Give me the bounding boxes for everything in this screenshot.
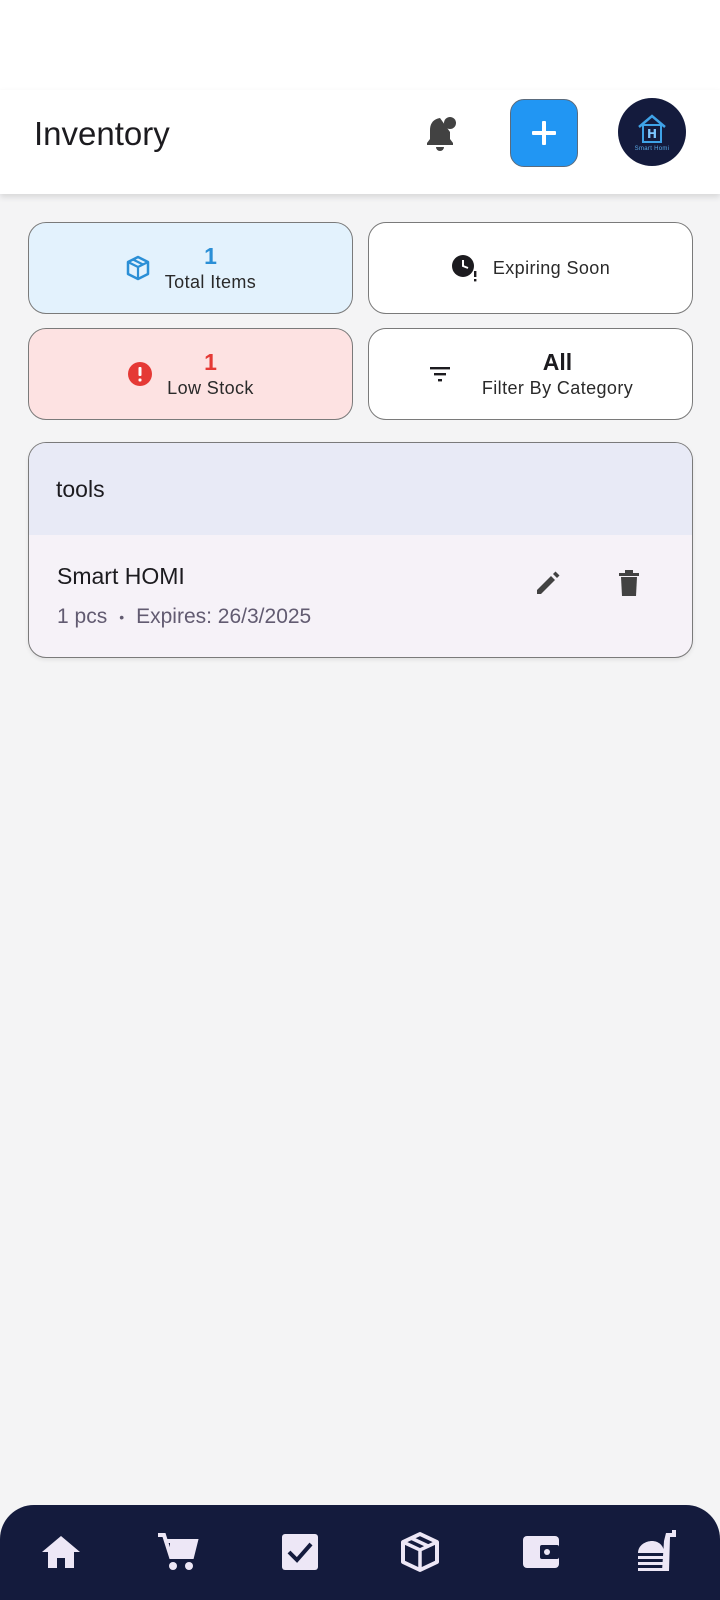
category-group: tools Smart HOMI 1 pcs • Expires: 26/3/2… [28, 442, 693, 658]
alert-circle-icon [128, 362, 153, 386]
nav-shopping[interactable] [153, 1527, 203, 1577]
page-title: Inventory [34, 115, 170, 152]
app-bar: Inventory H Smart Homi [0, 90, 720, 194]
avatar[interactable]: H Smart Homi [618, 98, 686, 166]
total-items-label: Total Items [164, 272, 257, 292]
filter-icon [429, 367, 450, 382]
filter-label: Filter By Category [481, 378, 634, 398]
delete-button[interactable] [605, 559, 653, 607]
nav-home[interactable] [36, 1527, 86, 1577]
clock-alert-icon [451, 255, 477, 282]
total-items-count: 1 [204, 243, 217, 269]
wallet-icon [523, 1536, 559, 1568]
edit-button[interactable] [524, 559, 572, 607]
nav-inventory[interactable] [395, 1527, 445, 1577]
item-expiry: Expires: 26/3/2025 [136, 605, 312, 628]
category-header[interactable]: tools [29, 443, 692, 535]
filter-category-card[interactable]: All Filter By Category [368, 328, 693, 420]
nav-tasks[interactable] [275, 1527, 325, 1577]
expiring-soon-card[interactable]: Expiring Soon [368, 222, 693, 314]
item-meta: 1 pcs • Expires: 26/3/2025 [57, 605, 311, 629]
item-quantity: 1 pcs [57, 605, 108, 628]
low-stock-label: Low Stock [167, 378, 254, 398]
trash-icon [619, 570, 639, 596]
add-item-button[interactable] [510, 99, 578, 167]
item-name: Smart HOMI [57, 563, 185, 589]
inventory-box-icon [401, 1532, 439, 1572]
low-stock-card[interactable]: 1 Low Stock [28, 328, 353, 420]
expiring-soon-label: Expiring Soon [492, 258, 611, 278]
pencil-icon [537, 571, 560, 594]
home-icon [42, 1536, 80, 1568]
food-icon [638, 1530, 676, 1571]
svg-text:H: H [647, 127, 657, 141]
nav-wallet[interactable] [516, 1527, 566, 1577]
cart-icon [158, 1533, 199, 1570]
notification-bell-icon [427, 117, 456, 151]
nav-food[interactable] [634, 1527, 684, 1577]
status-bar [0, 0, 720, 90]
filter-value: All [542, 349, 573, 375]
box-icon [126, 255, 150, 281]
total-items-card[interactable]: 1 Total Items [28, 222, 353, 314]
smart-homi-logo: H [638, 113, 666, 143]
avatar-label: Smart Homi [634, 145, 670, 152]
bottom-nav [0, 1505, 720, 1600]
plus-icon [532, 121, 556, 145]
low-stock-count: 1 [204, 349, 217, 375]
notifications-button[interactable] [418, 110, 466, 158]
meta-separator: • [119, 609, 125, 625]
list-item[interactable]: Smart HOMI 1 pcs • Expires: 26/3/2025 [29, 535, 692, 657]
checkbox-icon [282, 1534, 318, 1570]
